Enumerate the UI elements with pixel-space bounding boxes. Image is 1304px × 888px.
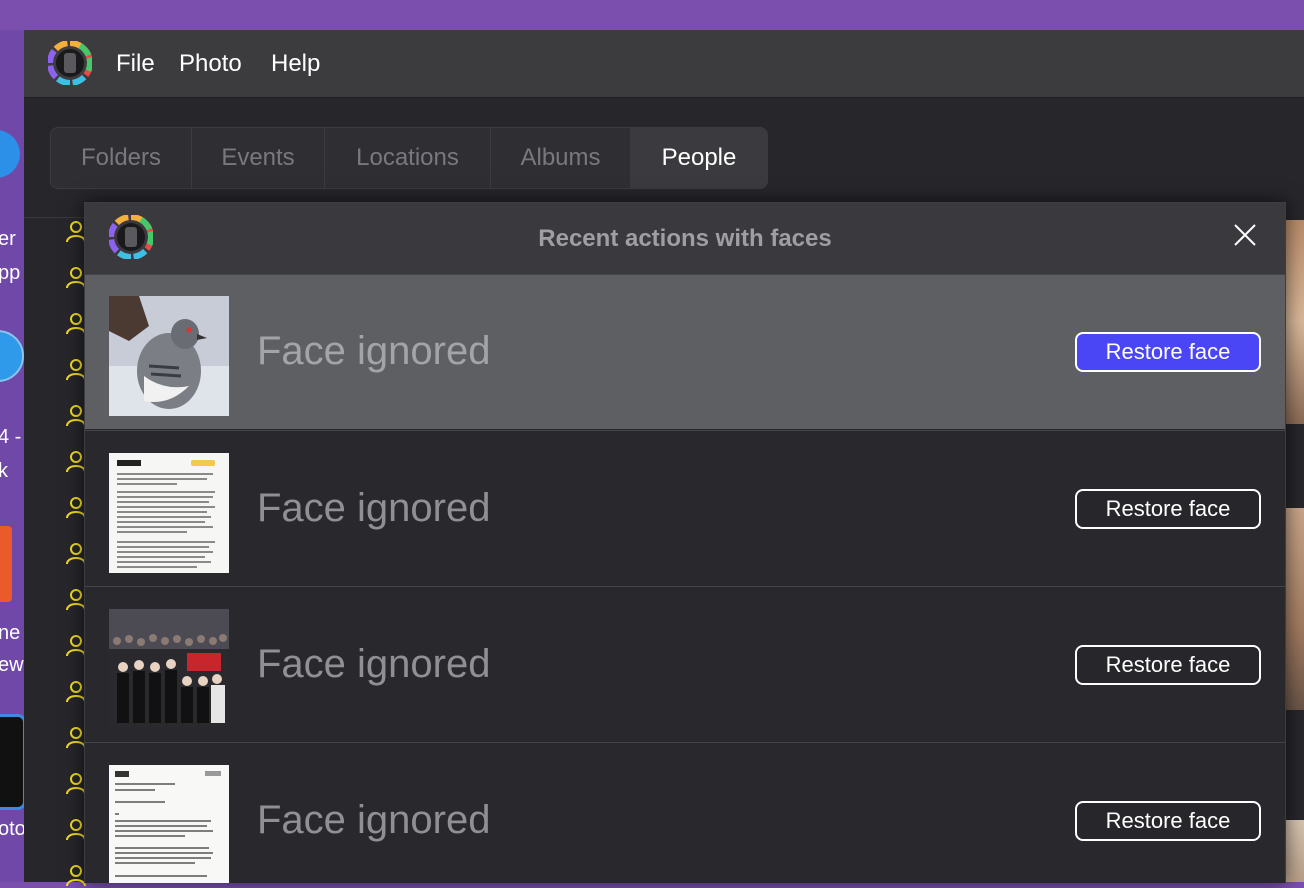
action-status-label: Face ignored xyxy=(257,798,491,842)
desktop-icon-label: ne xyxy=(0,622,21,644)
face-thumbnail[interactable] xyxy=(1284,220,1304,424)
tab-people[interactable]: People xyxy=(631,128,767,188)
desktop-icon-label: pp xyxy=(0,262,21,284)
face-action-row: Face ignored Restore face xyxy=(85,742,1285,883)
desktop-app-icon[interactable] xyxy=(0,526,12,602)
tab-locations[interactable]: Locations xyxy=(325,128,491,188)
restore-face-button[interactable]: Restore face xyxy=(1075,489,1261,529)
tab-folders[interactable]: Folders xyxy=(51,128,192,188)
face-thumbnail xyxy=(109,765,229,883)
view-tabs: Folders Events Locations Albums People xyxy=(50,127,768,189)
face-action-row: Face ignored Restore face xyxy=(85,430,1285,585)
desktop-icon-label: 4 - xyxy=(0,426,22,448)
restore-face-button[interactable]: Restore face xyxy=(1075,645,1261,685)
desktop-icon-label: oto xyxy=(0,818,24,840)
action-status-label: Face ignored xyxy=(257,486,491,530)
face-thumbnail[interactable] xyxy=(1284,820,1304,882)
face-thumbnail xyxy=(109,609,229,729)
dialog-header: Recent actions with faces xyxy=(85,203,1285,274)
menu-help[interactable]: Help xyxy=(271,50,320,78)
tab-albums[interactable]: Albums xyxy=(491,128,631,188)
dialog-title: Recent actions with faces xyxy=(538,225,832,252)
desktop-background: er pp 4 - k ne ew oto xyxy=(0,30,24,882)
face-action-row: Face ignored Restore face xyxy=(85,274,1285,429)
action-status-label: Face ignored xyxy=(257,329,491,373)
face-thumbnail xyxy=(109,453,229,573)
desktop-app-icon[interactable] xyxy=(0,130,20,178)
restore-face-button[interactable]: Restore face xyxy=(1075,332,1261,372)
app-logo-icon xyxy=(48,41,92,85)
desktop-icon-label: ew xyxy=(0,654,24,676)
divider xyxy=(24,217,84,218)
desktop-icon-label: er xyxy=(0,228,16,250)
desktop-app-icon[interactable] xyxy=(0,330,24,382)
menu-photo[interactable]: Photo xyxy=(179,50,242,78)
menu-bar: File Photo Help xyxy=(24,30,1304,98)
recent-face-actions-dialog: Recent actions with faces Face ignored R… xyxy=(84,202,1286,883)
desktop-app-icon[interactable] xyxy=(0,714,24,810)
tab-events[interactable]: Events xyxy=(192,128,325,188)
face-thumbnail xyxy=(109,296,229,416)
desktop-icon-label: k xyxy=(0,460,8,482)
face-thumbnail[interactable] xyxy=(1284,508,1304,710)
menu-file[interactable]: File xyxy=(116,50,155,78)
action-status-label: Face ignored xyxy=(257,642,491,686)
restore-face-button[interactable]: Restore face xyxy=(1075,801,1261,841)
close-icon[interactable] xyxy=(1233,223,1257,247)
face-action-row: Face ignored Restore face xyxy=(85,586,1285,741)
